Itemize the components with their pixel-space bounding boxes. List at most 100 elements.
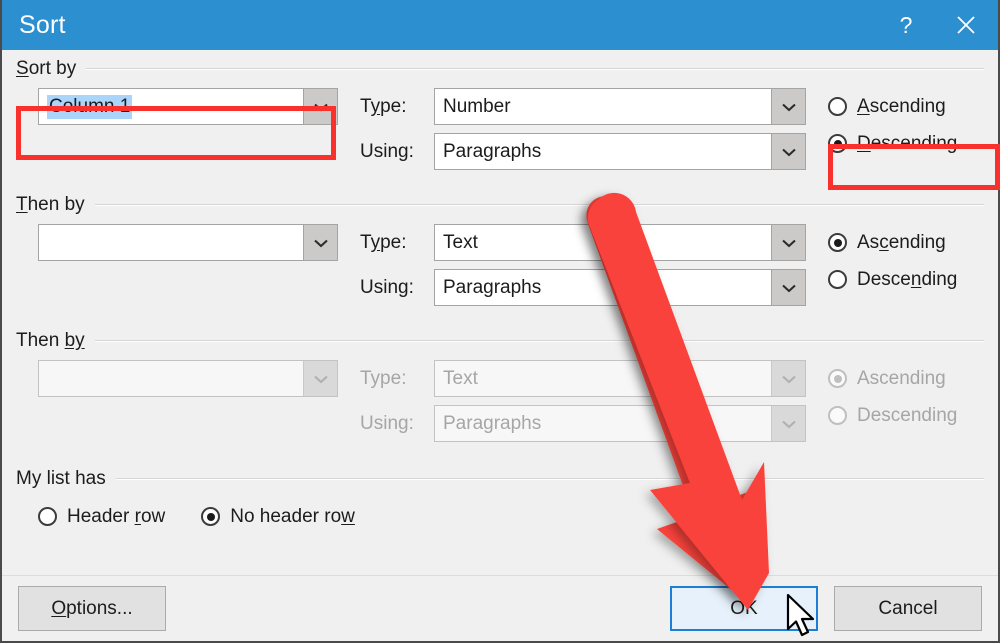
dialog-footer: Options... OK Cancel: [2, 575, 998, 641]
chevron-down-icon: [781, 103, 796, 111]
help-glyph: ?: [899, 11, 913, 38]
title-bar: Sort ?: [2, 0, 998, 50]
sort-by-ascending-radio[interactable]: Ascending: [828, 88, 957, 125]
then-by-1-ascending-radio[interactable]: Ascending: [828, 224, 957, 261]
sort-by-using-dropdown-arrow[interactable]: [771, 134, 805, 169]
sort-by-column-dropdown-arrow[interactable]: [303, 89, 337, 124]
then-by-2-using-dropdown-arrow: [771, 406, 805, 441]
then-by-1-using-caption: Using:: [360, 276, 414, 298]
sort-by-type-value: Number: [443, 95, 511, 117]
sort-by-column-combobox[interactable]: Column 1: [38, 88, 338, 125]
my-list-has-group-label: My list has: [16, 466, 984, 490]
then-by-1-column-combobox[interactable]: [38, 224, 338, 261]
radio-dot-icon: [828, 134, 847, 153]
chevron-down-icon: [781, 284, 796, 292]
then-by-2-using-combobox: Paragraphs: [434, 405, 806, 442]
my-list-has-group: My list has Header row No header row: [16, 466, 984, 535]
sort-by-type-caption: Type:: [360, 95, 407, 117]
chevron-down-icon: [781, 148, 796, 156]
options-button[interactable]: Options...: [18, 586, 166, 631]
then-by-1-descending-radio[interactable]: Descending: [828, 261, 957, 298]
chevron-down-icon: [781, 239, 796, 247]
sort-by-left-col: Column 1: [38, 88, 338, 125]
chevron-down-icon: [313, 103, 328, 111]
then-by-1-type-value: Text: [443, 231, 478, 253]
then-by-1-type-dropdown-arrow[interactable]: [771, 225, 805, 260]
chevron-down-icon: [781, 420, 796, 428]
then-by-1-left-col: [38, 224, 338, 261]
then-by-1-type-field: Type: Text: [360, 224, 806, 261]
then-by-2-descending-radio: Descending: [828, 397, 957, 434]
sort-dialog: Sort ? Sort by Column 1 Type: Number Usi…: [0, 0, 1000, 643]
then-by-2-using-value: Paragraphs: [443, 412, 542, 434]
sort-by-ascending-label: Ascending: [857, 95, 946, 117]
then-by-1-row: Type: Text Using: Paragraphs Ascending D…: [16, 224, 984, 314]
then-by-2-type-caption: Type:: [360, 367, 407, 389]
no-header-row-radio[interactable]: No header row: [201, 498, 355, 535]
sort-by-descending-radio[interactable]: Descending: [828, 125, 957, 162]
sort-by-type-dropdown-arrow[interactable]: [771, 89, 805, 124]
then-by-2-using-field: Using: Paragraphs: [360, 405, 806, 442]
then-by-2-ascending-radio: Ascending: [828, 360, 957, 397]
radio-dot-icon: [828, 233, 847, 252]
cancel-button-label: Cancel: [878, 597, 938, 619]
then-by-1-using-combobox[interactable]: Paragraphs: [434, 269, 806, 306]
my-list-has-row: Header row No header row: [16, 498, 984, 535]
sort-by-descending-label: Descending: [857, 132, 958, 154]
then-by-1-ascending-label: Ascending: [857, 231, 946, 253]
then-by-1-type-combobox[interactable]: Text: [434, 224, 806, 261]
chevron-down-icon: [313, 375, 328, 383]
then-by-1-descending-label: Descending: [857, 268, 958, 290]
my-list-has-label: My list has: [16, 468, 106, 489]
then-by-2-column-combobox: [38, 360, 338, 397]
chevron-down-icon: [781, 375, 796, 383]
then-by-2-group-label: Then by: [16, 328, 984, 352]
radio-dot-icon: [828, 97, 847, 116]
help-icon[interactable]: ?: [878, 0, 934, 50]
then-by-1-group: Then by Type: Text Using: Paragraphs Asc…: [16, 192, 984, 314]
then-by-1-using-dropdown-arrow[interactable]: [771, 270, 805, 305]
then-by-1-using-field: Using: Paragraphs: [360, 269, 806, 306]
then-by-1-type-caption: Type:: [360, 231, 407, 253]
then-by-2-label-pre: Then: [16, 330, 65, 351]
sort-by-mid-col: Type: Number Using: Paragraphs: [360, 88, 806, 178]
no-header-row-label: No header row: [230, 505, 355, 527]
ok-button[interactable]: OK: [670, 586, 818, 631]
sort-by-order-col: Ascending Descending: [828, 88, 957, 162]
sort-by-using-caption: Using:: [360, 140, 414, 162]
then-by-2-using-caption: Using:: [360, 412, 414, 434]
radio-dot-icon: [38, 507, 57, 526]
sort-by-using-value: Paragraphs: [443, 140, 542, 162]
sort-by-using-combobox[interactable]: Paragraphs: [434, 133, 806, 170]
sort-by-group-label: Sort by: [16, 56, 984, 80]
group-rule: [115, 478, 984, 480]
then-by-2-group: Then by Type: Text Using: Paragraphs Asc…: [16, 328, 984, 450]
sort-by-type-combobox[interactable]: Number: [434, 88, 806, 125]
then-by-1-type-accesskey: y: [370, 231, 381, 253]
cancel-button[interactable]: Cancel: [834, 586, 982, 631]
then-by-2-left-col: [38, 360, 338, 397]
header-row-radio[interactable]: Header row: [38, 498, 165, 535]
radio-dot-icon: [828, 369, 847, 388]
close-glyph: [957, 16, 975, 34]
then-by-2-accesskey: by: [64, 330, 85, 351]
sort-by-label-rest: ort by: [28, 58, 77, 79]
then-by-2-column-value: [39, 361, 303, 396]
then-by-2-type-value: Text: [443, 367, 478, 389]
sort-by-type-accesskey: y: [370, 95, 381, 117]
then-by-2-ascending-label: Ascending: [857, 367, 946, 389]
window-controls: ?: [878, 0, 998, 50]
close-icon[interactable]: [934, 0, 998, 50]
sort-by-using-field: Using: Paragraphs: [360, 133, 806, 170]
radio-dot-icon: [201, 507, 221, 526]
sort-by-row: Column 1 Type: Number Using: Paragraphs …: [16, 88, 984, 178]
then-by-2-type-combobox: Text: [434, 360, 806, 397]
then-by-2-type-dropdown-arrow: [771, 361, 805, 396]
group-rule: [94, 204, 984, 206]
sort-by-type-field: Type: Number: [360, 88, 806, 125]
then-by-1-order-col: Ascending Descending: [828, 224, 957, 298]
then-by-1-accesskey: T: [16, 194, 28, 215]
then-by-1-column-dropdown-arrow[interactable]: [303, 225, 337, 260]
page-title: Sort: [19, 10, 66, 39]
then-by-1-label-rest: hen by: [27, 194, 85, 215]
